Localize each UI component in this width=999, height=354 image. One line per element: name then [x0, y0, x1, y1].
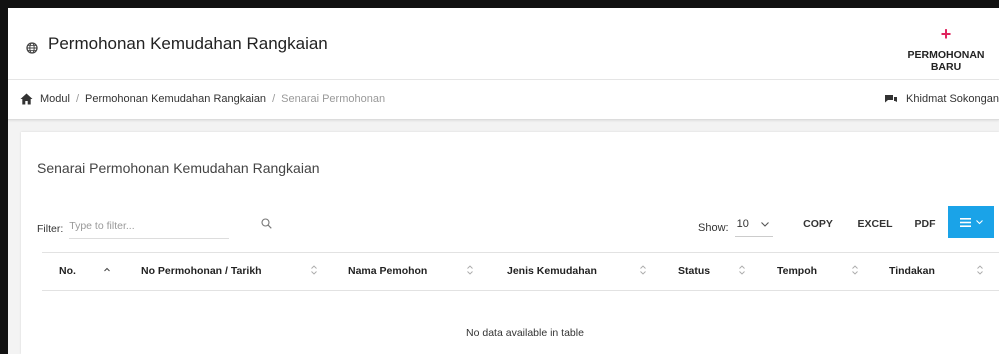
- empty-table-message: No data available in table: [466, 327, 584, 339]
- column-header-facility-type[interactable]: Jenis Kemudahan: [507, 265, 597, 277]
- breadcrumb-separator: /: [272, 93, 276, 105]
- app-window: Permohonan Kemudahan Rangkaian + PERMOHO…: [0, 0, 999, 354]
- column-header-duration[interactable]: Tempoh: [777, 265, 817, 277]
- breadcrumb-separator: /: [75, 93, 80, 105]
- filter-label: Filter:: [37, 222, 64, 235]
- chevron-down-icon: [760, 221, 769, 227]
- column-menu-button[interactable]: [948, 206, 994, 238]
- page-size-group: Show: 10: [698, 218, 773, 237]
- home-icon[interactable]: [20, 93, 33, 105]
- search-icon: [261, 218, 272, 229]
- column-header-application-no[interactable]: No Permohonan / Tarikh: [141, 265, 262, 277]
- chevron-down-icon: [975, 219, 983, 224]
- page-title: Permohonan Kemudahan Rangkaian: [48, 34, 328, 53]
- pdf-button[interactable]: PDF: [907, 210, 943, 238]
- page-header: Permohonan Kemudahan Rangkaian + PERMOHO…: [8, 8, 999, 80]
- page-size-value: 10: [736, 218, 749, 230]
- table-header: No. No Permohonan / Tarikh Nama Pemohon …: [42, 253, 999, 291]
- sort-icon[interactable]: [852, 265, 858, 275]
- filter-input[interactable]: [69, 218, 230, 239]
- sort-icon[interactable]: [311, 265, 317, 275]
- filter-group: Filter:: [37, 218, 272, 239]
- applications-card: Senarai Permohonan Kemudahan Rangkaian F…: [21, 132, 999, 354]
- sort-icon[interactable]: [977, 265, 983, 275]
- copy-button[interactable]: COPY: [796, 210, 840, 238]
- plus-icon: +: [940, 24, 952, 44]
- breadcrumb-item-current: Senarai Permohonan: [281, 93, 386, 105]
- support-service-label: Khidmat Sokongan: [906, 93, 999, 105]
- globe-icon: [26, 42, 38, 54]
- column-header-action[interactable]: Tindakan: [889, 265, 935, 277]
- support-service-link[interactable]: Khidmat Sokongan: [884, 93, 999, 105]
- new-application-label: PERMOHONAN BARU: [907, 49, 985, 73]
- chat-icon: [885, 94, 898, 102]
- show-label: Show:: [698, 221, 729, 234]
- sort-asc-icon[interactable]: [104, 265, 110, 275]
- list-icon: [959, 217, 971, 227]
- applications-table: No. No Permohonan / Tarikh Nama Pemohon …: [42, 252, 999, 339]
- sort-icon[interactable]: [467, 265, 473, 275]
- breadcrumb-item-modul[interactable]: Modul: [40, 93, 70, 105]
- new-application-button[interactable]: + PERMOHONAN BARU: [893, 24, 999, 73]
- breadcrumb-bar: Modul / Permohonan Kemudahan Rangkaian /…: [8, 80, 999, 120]
- excel-button[interactable]: EXCEL: [850, 210, 900, 238]
- column-header-applicant-name[interactable]: Nama Pemohon: [348, 265, 427, 277]
- breadcrumb: Modul / Permohonan Kemudahan Rangkaian /…: [40, 93, 385, 105]
- column-header-status[interactable]: Status: [678, 265, 710, 277]
- breadcrumb-item-permohonan[interactable]: Permohonan Kemudahan Rangkaian: [85, 93, 266, 105]
- page-size-select[interactable]: 10: [734, 218, 773, 237]
- sort-icon[interactable]: [640, 265, 646, 275]
- card-title: Senarai Permohonan Kemudahan Rangkaian: [37, 160, 320, 176]
- sort-icon[interactable]: [739, 265, 745, 275]
- column-header-no[interactable]: No.: [59, 265, 76, 277]
